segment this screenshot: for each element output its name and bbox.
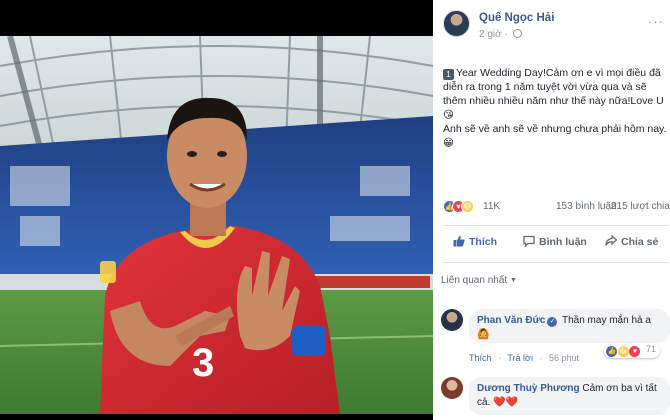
action-bar: Thích Bình luận Chia sẻ	[443, 231, 668, 257]
comment-bubble: Phan Văn Đức ✓ Thần may mắn hả a 🙆	[469, 309, 670, 343]
haha-reaction-icon: 😆	[461, 200, 474, 213]
author-name[interactable]: Quế Ngọc Hải	[479, 12, 554, 24]
commenter-avatar[interactable]	[441, 377, 463, 399]
post-meta: 2 giờ ·	[479, 29, 522, 40]
haha-reaction-icon: 😆	[617, 346, 629, 357]
comment-filter-label: Liên quan nhất	[441, 275, 508, 286]
comment-filter-dropdown[interactable]: Liên quan nhất ▼	[441, 275, 517, 286]
post-text-line1: Year Wedding Day!Cảm ơn e vì mọi điều đã…	[443, 67, 664, 121]
photo-top-bar	[0, 0, 433, 36]
post-stats: 👍 ♥ 😆 11K 153 bình luận 215 lượt chia sẻ	[443, 200, 670, 216]
jersey-number: 3	[192, 341, 214, 385]
thumbs-up-icon	[453, 235, 465, 247]
post-text-line2: Anh sẽ về anh sẽ về nhưng chưa phải hôm …	[443, 123, 667, 149]
comment-reply-link[interactable]: Trả lời	[507, 353, 533, 363]
love-reaction-icon: ♥	[629, 346, 641, 357]
post-text: 1 Year Wedding Day!Cảm ơn e vì mọi điều đ…	[443, 66, 668, 150]
comment-item: Dương Thuỳ Phương Cảm ơn ba vì tất cả. ❤…	[441, 377, 670, 417]
comment-reactions[interactable]: 👍 😆 ♥ 71	[604, 343, 660, 358]
author-avatar[interactable]	[443, 10, 470, 37]
commenter-avatar[interactable]	[441, 309, 463, 331]
comment-item: Phan Văn Đức ✓ Thần may mắn hả a 🙆 Thích …	[441, 309, 670, 369]
photo-image: 3	[0, 36, 433, 414]
divider	[443, 225, 668, 226]
chevron-down-icon: ▼	[509, 277, 517, 284]
shares-count[interactable]: 215 lượt chia sẻ	[611, 201, 670, 212]
share-icon	[605, 235, 617, 246]
post-time[interactable]: 2 giờ	[479, 29, 502, 40]
share-button-label: Chia sẻ	[621, 236, 659, 248]
comment-bubble: Dương Thuỳ Phương Cảm ơn ba vì tất cả. ❤…	[469, 377, 670, 415]
divider	[443, 262, 668, 263]
commenter-name[interactable]: Phan Văn Đức	[477, 315, 545, 326]
like-reaction-icon: 👍	[606, 346, 618, 357]
post-panel: Quế Ngọc Hải 2 giờ · ··· 1 Year Wedding D…	[433, 0, 670, 420]
more-options-icon[interactable]: ···	[648, 14, 664, 29]
comment-like-link[interactable]: Thích	[469, 353, 492, 363]
comment-icon	[523, 235, 535, 247]
commenter-name[interactable]: Dương Thuỳ Phương	[477, 383, 580, 394]
comment-button[interactable]: Bình luận	[523, 235, 587, 248]
post-header: Quế Ngọc Hải 2 giờ · ···	[443, 10, 668, 46]
comment-button-label: Bình luận	[539, 236, 587, 248]
post-photo[interactable]: 3	[0, 0, 433, 420]
verified-badge-icon: ✓	[547, 317, 558, 327]
like-button-label: Thích	[469, 236, 497, 248]
like-button[interactable]: Thích	[453, 235, 497, 248]
comment-links: Thích · Trả lời · 56 phút	[469, 353, 580, 363]
comment-reaction-count: 71	[645, 344, 656, 354]
share-button[interactable]: Chia sẻ	[605, 235, 658, 248]
comment-time[interactable]: 56 phút	[549, 353, 579, 363]
globe-icon	[512, 29, 522, 38]
photo-bottom-bar	[0, 414, 433, 420]
reaction-count[interactable]: 11K	[483, 201, 500, 212]
comments-count[interactable]: 153 bình luận	[556, 201, 617, 212]
number-badge: 1	[443, 69, 454, 80]
